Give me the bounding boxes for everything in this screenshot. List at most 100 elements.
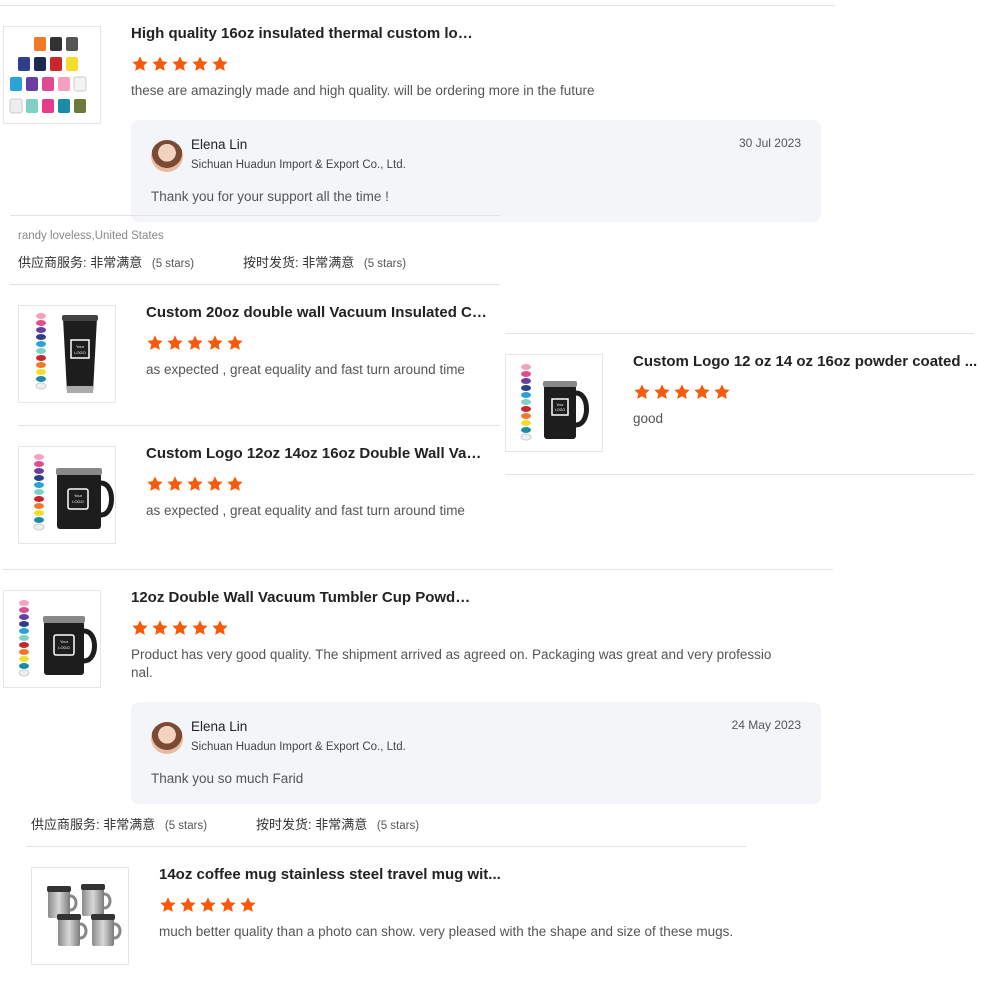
product-thumbnail[interactable] xyxy=(31,867,129,965)
avatar xyxy=(151,722,183,754)
star-icon xyxy=(151,619,169,637)
ontime-ratings: 按时发货: 非常满意 (5 stars) xyxy=(243,252,406,271)
reply-date: 24 May 2023 xyxy=(731,718,801,732)
reply-date: 30 Jul 2023 xyxy=(738,136,801,150)
review-comment: as expected , great equality and fast tu… xyxy=(146,362,465,377)
product-title[interactable]: Custom Logo 12oz 14oz 16oz Double Wall V… xyxy=(146,445,486,462)
star-rating xyxy=(146,334,244,352)
reply-text: Thank you for your support all the time … xyxy=(151,189,389,204)
ontime-label: 按时发货: xyxy=(256,817,312,832)
star-icon xyxy=(239,896,257,914)
star-icon xyxy=(146,334,164,352)
product-title[interactable]: 12oz Double Wall Vacuum Tumbler Cup Powd… xyxy=(131,589,476,606)
star-icon xyxy=(179,896,197,914)
black-mug-logo-icon: Your LOGO xyxy=(18,600,97,677)
svg-text:LOGO: LOGO xyxy=(74,350,86,355)
svg-text:Your: Your xyxy=(74,493,83,498)
star-icon xyxy=(191,619,209,637)
product-title[interactable]: 14oz coffee mug stainless steel travel m… xyxy=(159,866,504,883)
supplier-service-value: 非常满意 xyxy=(103,817,156,832)
divider xyxy=(505,474,974,475)
product-thumbnail[interactable]: Your LOGO xyxy=(18,446,116,544)
divider xyxy=(0,5,835,6)
star-icon xyxy=(191,55,209,73)
star-rating xyxy=(146,475,244,493)
svg-text:Your: Your xyxy=(556,403,564,407)
star-icon xyxy=(713,383,731,401)
supplier-reply: Elena Lin Sichuan Huadun Import & Export… xyxy=(131,702,821,804)
star-icon xyxy=(131,619,149,637)
supplier-service-value: 非常满意 xyxy=(90,255,143,270)
ontime-value: 非常满意 xyxy=(315,817,368,832)
star-icon xyxy=(693,383,711,401)
product-title[interactable]: Custom 20oz double wall Vacuum Insulated… xyxy=(146,304,491,321)
ontime-value: 非常满意 xyxy=(302,255,355,270)
star-icon xyxy=(633,383,651,401)
divider xyxy=(3,569,833,570)
ontime-ratings: 按时发货: 非常满意 (5 stars) xyxy=(256,814,419,833)
star-rating xyxy=(131,619,229,637)
black-tumbler-logo-icon: Your LOGO xyxy=(35,313,98,393)
divider xyxy=(10,215,500,216)
product-thumbnail[interactable]: Your LOGO xyxy=(505,354,603,452)
star-icon xyxy=(219,896,237,914)
star-rating xyxy=(159,896,257,914)
supplier-service-label: 供应商服务: xyxy=(18,255,87,270)
svg-text:Your: Your xyxy=(76,344,85,349)
star-icon xyxy=(186,334,204,352)
star-icon xyxy=(166,475,184,493)
product-thumbnail[interactable]: Your LOGO xyxy=(3,590,101,688)
review-comment: much better quality than a photo can sho… xyxy=(159,924,734,939)
colorful-mugs-grid-icon xyxy=(9,37,87,114)
review-comment: these are amazingly made and high qualit… xyxy=(131,83,595,98)
review-comment: as expected , great equality and fast tu… xyxy=(146,503,465,518)
divider xyxy=(10,284,500,285)
star-icon xyxy=(673,383,691,401)
star-icon xyxy=(206,475,224,493)
product-title[interactable]: High quality 16oz insulated thermal cust… xyxy=(131,25,476,42)
service-ratings: 供应商服务: 非常满意 (5 stars) xyxy=(18,252,194,271)
review-comment: good xyxy=(633,411,664,426)
product-thumbnail[interactable] xyxy=(3,26,101,124)
star-icon xyxy=(171,619,189,637)
black-mug-logo-icon: Your LOGO xyxy=(33,454,114,531)
supplier-service-label: 供应商服务: xyxy=(31,817,100,832)
star-icon xyxy=(166,334,184,352)
buyer-info: randy loveless,United States xyxy=(18,230,164,242)
star-rating xyxy=(131,55,229,73)
supplier-service-stars: (5 stars) xyxy=(151,258,195,270)
star-icon xyxy=(653,383,671,401)
review-comment-line: nal. xyxy=(131,665,153,680)
star-icon xyxy=(186,475,204,493)
product-thumbnail[interactable]: Your LOGO xyxy=(18,305,116,403)
reply-company: Sichuan Huadun Import & Export Co., Ltd. xyxy=(191,159,406,171)
ontime-stars: (5 stars) xyxy=(363,258,407,270)
svg-text:LOGO: LOGO xyxy=(555,408,566,412)
reply-text: Thank you so much Farid xyxy=(151,771,304,786)
ontime-stars: (5 stars) xyxy=(376,820,420,832)
svg-text:LOGO: LOGO xyxy=(58,645,70,650)
ontime-label: 按时发货: xyxy=(243,255,299,270)
star-icon xyxy=(146,475,164,493)
reply-author-name: Elena Lin xyxy=(191,137,248,152)
divider xyxy=(18,425,500,426)
review-comment-line: Product has very good quality. The shipm… xyxy=(131,647,772,662)
supplier-service-stars: (5 stars) xyxy=(164,820,208,832)
review-comment: Product has very good quality. The shipm… xyxy=(131,646,771,682)
divider xyxy=(26,846,746,847)
star-icon xyxy=(211,619,229,637)
star-icon xyxy=(226,475,244,493)
svg-text:LOGO: LOGO xyxy=(72,499,84,504)
avatar xyxy=(151,140,183,172)
steel-mugs-icon xyxy=(47,884,122,946)
star-icon xyxy=(211,55,229,73)
service-ratings: 供应商服务: 非常满意 (5 stars) xyxy=(31,814,207,833)
reply-company: Sichuan Huadun Import & Export Co., Ltd. xyxy=(191,741,406,753)
supplier-reply: Elena Lin Sichuan Huadun Import & Export… xyxy=(131,120,821,222)
black-mug-logo-icon: Your LOGO xyxy=(520,364,589,441)
star-icon xyxy=(171,55,189,73)
star-rating xyxy=(633,383,731,401)
reply-author-name: Elena Lin xyxy=(191,719,248,734)
product-title[interactable]: Custom Logo 12 oz 14 oz 16oz powder coat… xyxy=(633,353,978,370)
star-icon xyxy=(226,334,244,352)
